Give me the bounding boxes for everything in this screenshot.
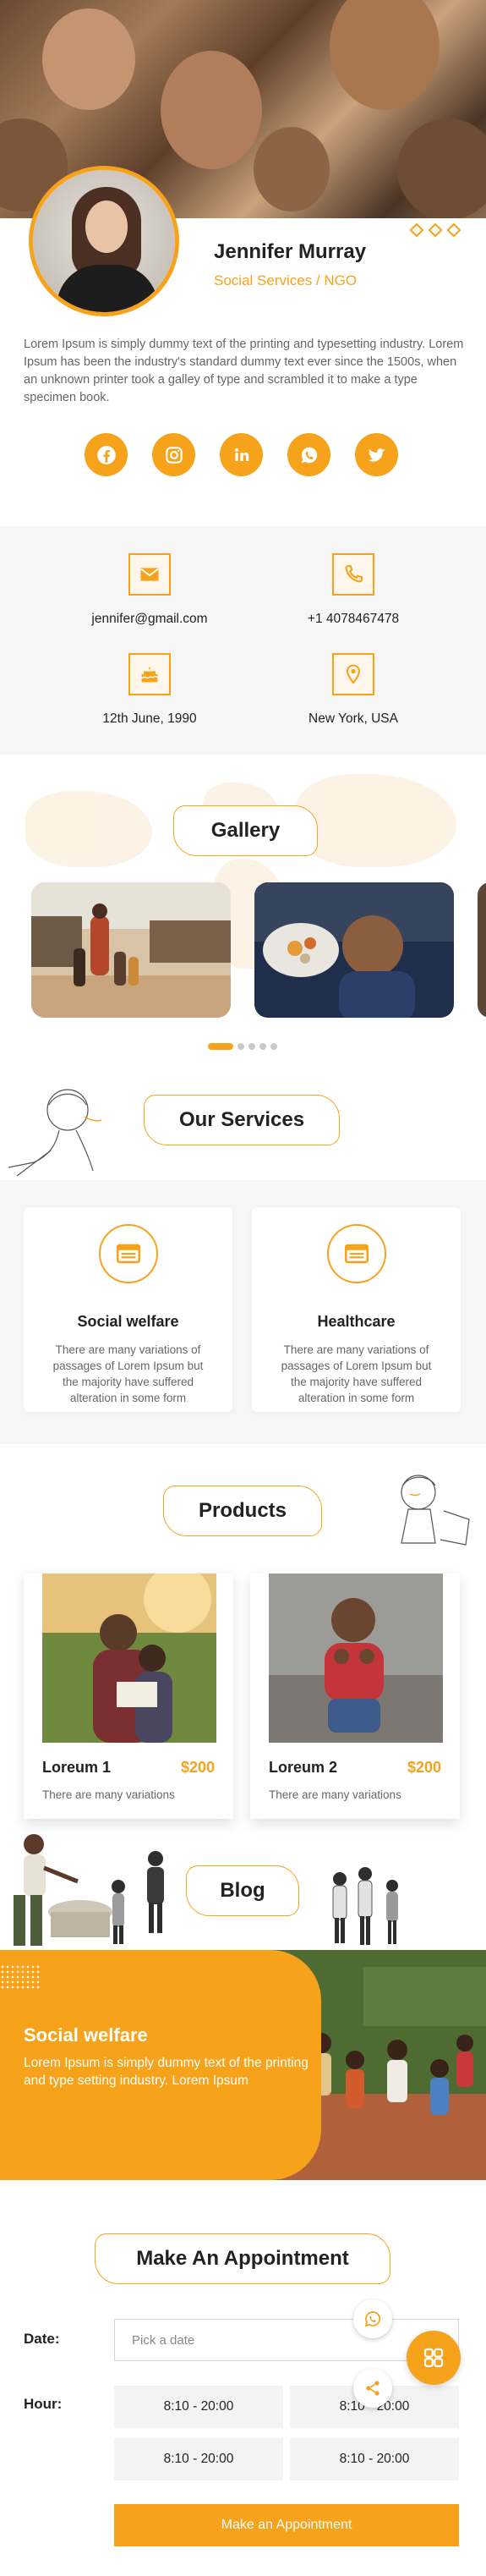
service-title: Healthcare <box>317 1313 396 1330</box>
facebook-link[interactable] <box>85 433 128 476</box>
contact-email[interactable]: jennifer@gmail.com <box>65 553 234 627</box>
share-icon <box>366 2381 380 2396</box>
pagination-dot[interactable] <box>208 1043 233 1050</box>
time-slot[interactable]: 8:10 - 20:00 <box>290 2438 459 2480</box>
social-links <box>85 433 398 476</box>
kids-sketch-illustration <box>401 1475 470 1546</box>
contact-birthday: 12th June, 1990 <box>65 653 234 727</box>
products-section-title: Products <box>163 1486 322 1536</box>
food-serving-illustration <box>14 1834 125 1946</box>
appointment-section-title: Make An Appointment <box>95 2233 390 2284</box>
gallery-image-3[interactable] <box>478 882 486 1018</box>
product-price: $200 <box>407 1759 441 1776</box>
map-pin-icon <box>332 653 374 695</box>
product-name: Loreum 2 <box>269 1759 338 1776</box>
children-group-illustration <box>332 1867 398 1945</box>
profile-bio: Lorem Ipsum is simply dummy text of the … <box>24 338 464 404</box>
twitter-link[interactable] <box>355 433 398 476</box>
linkedin-icon <box>234 448 248 461</box>
pagination-dot[interactable] <box>248 1043 255 1050</box>
share-fab[interactable] <box>353 2369 392 2408</box>
phone-text: +1 4078467478 <box>307 612 400 626</box>
service-title: Social welfare <box>77 1313 179 1330</box>
child-sketch-illustration <box>8 1089 102 1177</box>
time-slot[interactable]: 8:10 - 20:00 <box>114 2438 283 2480</box>
decorative-diamonds <box>409 222 461 238</box>
contact-phone[interactable]: +1 4078467478 <box>269 553 438 627</box>
make-appointment-button[interactable]: Make an Appointment <box>114 2504 459 2546</box>
child-figure-illustration <box>147 1851 164 1933</box>
service-card[interactable]: Healthcare There are many variations of … <box>252 1207 461 1412</box>
instagram-icon <box>165 446 183 464</box>
gallery-image-1[interactable] <box>31 882 231 1018</box>
pagination-dot[interactable] <box>259 1043 266 1050</box>
menu-fab[interactable] <box>407 2331 461 2385</box>
id-card-icon <box>326 1224 386 1283</box>
blog-section-title: Blog <box>186 1865 299 1916</box>
service-description: There are many variations of passages of… <box>281 1343 432 1404</box>
gallery-image-2[interactable] <box>254 882 454 1018</box>
date-label: Date: <box>24 2331 60 2347</box>
diamond-icon <box>428 222 443 238</box>
time-slot[interactable]: 8:10 - 20:00 <box>114 2386 283 2428</box>
product-image <box>42 1574 216 1743</box>
envelope-icon <box>128 553 171 596</box>
whatsapp-icon <box>301 447 317 463</box>
whatsapp-link[interactable] <box>287 433 330 476</box>
product-card[interactable]: Loreum 2 $200 There are many variations <box>250 1574 460 1819</box>
contact-location[interactable]: New York, USA <box>269 653 438 727</box>
service-card[interactable]: Social welfare There are many variations… <box>24 1207 232 1412</box>
id-card-icon <box>98 1224 158 1283</box>
linkedin-link[interactable] <box>220 433 263 476</box>
product-description: There are many variations <box>42 1788 175 1801</box>
grid-menu-icon <box>423 2348 444 2368</box>
twitter-icon <box>368 448 385 462</box>
gallery-section-title: Gallery <box>173 805 318 856</box>
cake-icon <box>128 653 171 695</box>
product-image <box>269 1574 443 1743</box>
dot-grid-decoration <box>0 1964 41 1990</box>
product-price: $200 <box>180 1759 215 1776</box>
phone-icon <box>332 553 374 596</box>
email-text: jennifer@gmail.com <box>91 612 208 626</box>
profile-name: Jennifer Murray <box>214 240 367 263</box>
profile-avatar <box>29 166 179 316</box>
whatsapp-icon <box>364 2311 380 2327</box>
product-name: Loreum 1 <box>42 1759 112 1776</box>
whatsapp-fab[interactable] <box>353 2299 392 2338</box>
blog-post-excerpt: Lorem Ipsum is simply dummy text of the … <box>24 2056 309 2088</box>
blog-post-title[interactable]: Social welfare <box>24 2024 148 2046</box>
diamond-icon <box>446 222 461 238</box>
location-text: New York, USA <box>309 711 398 726</box>
pagination-dot[interactable] <box>270 1043 277 1050</box>
services-section-title: Our Services <box>144 1095 340 1145</box>
diamond-icon <box>409 222 424 238</box>
product-description: There are many variations <box>269 1788 401 1801</box>
product-card[interactable]: Loreum 1 $200 There are many variations <box>24 1574 233 1819</box>
profile-page: Jennifer Murray Social Services / NGO Lo… <box>0 0 486 2576</box>
pagination-dot[interactable] <box>238 1043 244 1050</box>
gallery-pagination <box>208 1043 277 1050</box>
profile-role: Social Services / NGO <box>214 272 358 288</box>
hour-label: Hour: <box>24 2396 63 2412</box>
service-description: There are many variations of passages of… <box>52 1343 204 1404</box>
facebook-icon <box>96 445 116 464</box>
birthday-text: 12th June, 1990 <box>102 711 197 726</box>
instagram-link[interactable] <box>152 433 195 476</box>
